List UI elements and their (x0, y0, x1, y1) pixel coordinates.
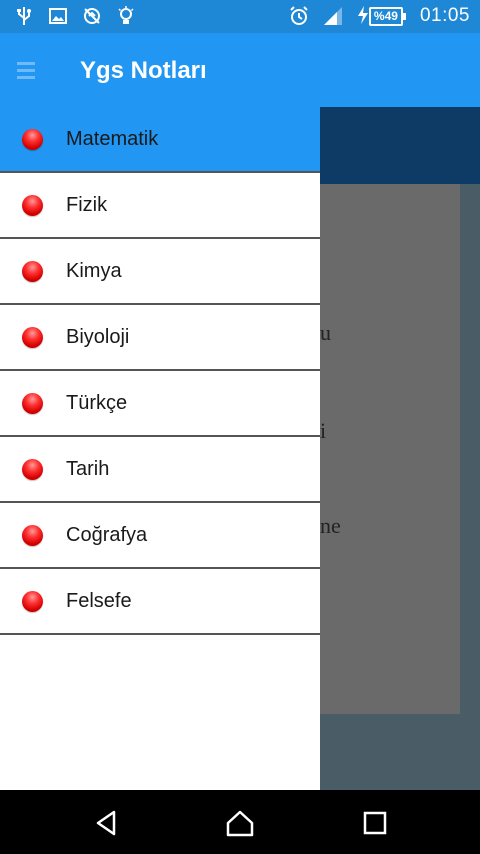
drawer-item-label: Tarih (66, 457, 110, 480)
status-time: 01:05 (419, 5, 470, 26)
drawer-item-label: Biyoloji (66, 325, 130, 348)
bulb-icon (116, 6, 136, 26)
red-dot-icon (22, 260, 43, 282)
app-bar: Ygs Notları (0, 33, 480, 107)
content-text-fragment: u (320, 320, 331, 345)
drawer-item-biyoloji[interactable]: Biyoloji (0, 305, 320, 371)
navigation-drawer: Matematik Fizik Kimya Biyoloji Türkçe Ta… (0, 107, 320, 790)
drawer-item-label: Coğrafya (66, 523, 148, 546)
home-icon[interactable] (225, 808, 255, 838)
drawer-item-label: Türkçe (66, 391, 128, 414)
red-dot-icon (22, 524, 43, 546)
drawer-item-cografya[interactable]: Coğrafya (0, 503, 320, 569)
content-card (320, 184, 460, 714)
image-icon (48, 6, 68, 26)
signal-icon (323, 6, 343, 26)
red-dot-icon (22, 326, 43, 348)
drawer-item-kimya[interactable]: Kimya (0, 239, 320, 305)
drawer-item-matematik[interactable]: Matematik (0, 107, 320, 173)
drawer-item-turkce[interactable]: Türkçe (0, 371, 320, 437)
red-dot-icon (22, 392, 43, 414)
battery-indicator: %49 (357, 5, 406, 27)
drawer-item-tarih[interactable]: Tarih (0, 437, 320, 503)
app-title: Ygs Notları (80, 57, 207, 84)
content-header (320, 107, 480, 184)
red-dot-icon (22, 458, 43, 480)
back-icon[interactable] (92, 808, 122, 838)
alarm-icon (289, 6, 309, 26)
red-dot-icon (22, 128, 43, 150)
usb-icon (14, 6, 34, 26)
red-dot-icon (22, 194, 43, 216)
menu-icon[interactable] (15, 59, 37, 83)
red-dot-icon (22, 590, 43, 612)
content-text-fragment: i (320, 418, 327, 443)
content-text-fragment: ne (320, 513, 341, 538)
recent-apps-icon[interactable] (360, 808, 390, 838)
drawer-item-label: Matematik (66, 127, 159, 150)
drawer-item-felsefe[interactable]: Felsefe (0, 569, 320, 635)
status-bar: %49 01:05 (0, 0, 480, 33)
system-nav-bar (0, 790, 480, 854)
charging-icon (357, 5, 369, 27)
drawer-item-label: Fizik (66, 193, 108, 216)
no-sync-icon (82, 6, 102, 26)
drawer-item-label: Kimya (66, 259, 122, 282)
drawer-item-label: Felsefe (66, 589, 132, 612)
drawer-item-fizik[interactable]: Fizik (0, 173, 320, 239)
battery-icon: %49 (368, 6, 403, 26)
